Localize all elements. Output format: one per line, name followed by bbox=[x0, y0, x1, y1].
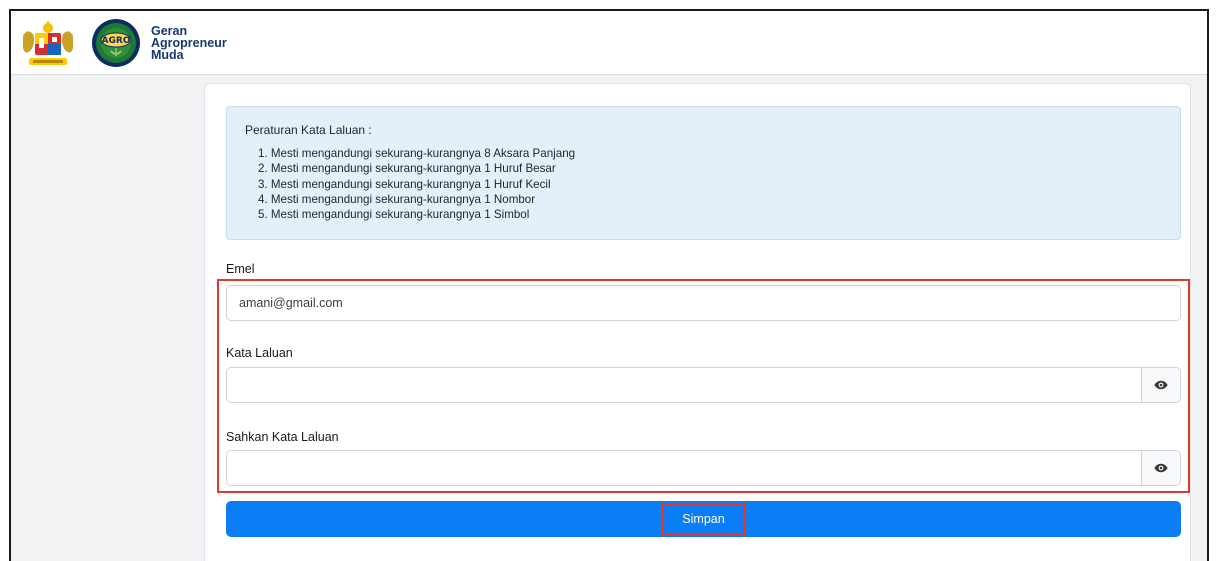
password-visibility-toggle[interactable] bbox=[1141, 367, 1181, 403]
password-rule-item: 2. Mesti mengandungi sekurang-kurangnya … bbox=[258, 162, 556, 176]
password-rule-item: 1. Mesti mengandungi sekurang-kurangnya … bbox=[258, 147, 576, 160]
confirm-password-field[interactable] bbox=[226, 450, 1141, 486]
malaysia-coat-of-arms-icon bbox=[23, 19, 73, 65]
app-window: AGRO Geran Agropreneur Muda Peraturan Ka… bbox=[9, 9, 1209, 561]
agro-logo-text: AGRO bbox=[102, 36, 131, 46]
eye-icon bbox=[1154, 380, 1168, 390]
confirm-password-visibility-toggle[interactable] bbox=[1141, 450, 1181, 486]
password-rules-title: Peraturan Kata Laluan : bbox=[245, 123, 372, 137]
brand-line-3: Muda bbox=[151, 47, 184, 62]
password-label: Kata Laluan bbox=[226, 346, 293, 360]
brand-line-2: Agropreneur bbox=[151, 35, 227, 50]
password-rules-box: Peraturan Kata Laluan : 1. Mesti mengand… bbox=[226, 106, 1181, 240]
password-rules-list: 1. Mesti mengandungi sekurang-kurangnya … bbox=[245, 146, 1162, 222]
email-label: Emel bbox=[226, 262, 255, 276]
brand-title: Geran Agropreneur Muda bbox=[151, 23, 227, 62]
password-input-group bbox=[226, 367, 1181, 403]
password-field[interactable] bbox=[226, 367, 1141, 403]
password-rule-item: 3. Mesti mengandungi sekurang-kurangnya … bbox=[258, 177, 551, 191]
confirm-password-label: Sahkan Kata Laluan bbox=[226, 430, 339, 444]
save-button-label: Simpan bbox=[662, 503, 745, 535]
password-form-card: Peraturan Kata Laluan : 1. Mesti mengand… bbox=[204, 83, 1191, 561]
eye-icon bbox=[1154, 463, 1168, 473]
brand-line-1: Geran bbox=[151, 23, 188, 38]
email-field[interactable]: amani@gmail.com bbox=[226, 285, 1181, 321]
save-button[interactable]: Simpan bbox=[226, 501, 1181, 537]
confirm-password-input-group bbox=[226, 450, 1181, 486]
password-rule-item: 4. Mesti mengandungi sekurang-kurangnya … bbox=[258, 192, 536, 206]
password-rule-item: 5. Mesti mengandungi sekurang-kurangnya … bbox=[258, 208, 530, 222]
agro-logo-icon: AGRO bbox=[92, 18, 140, 67]
top-navbar: AGRO Geran Agropreneur Muda bbox=[11, 11, 1207, 75]
